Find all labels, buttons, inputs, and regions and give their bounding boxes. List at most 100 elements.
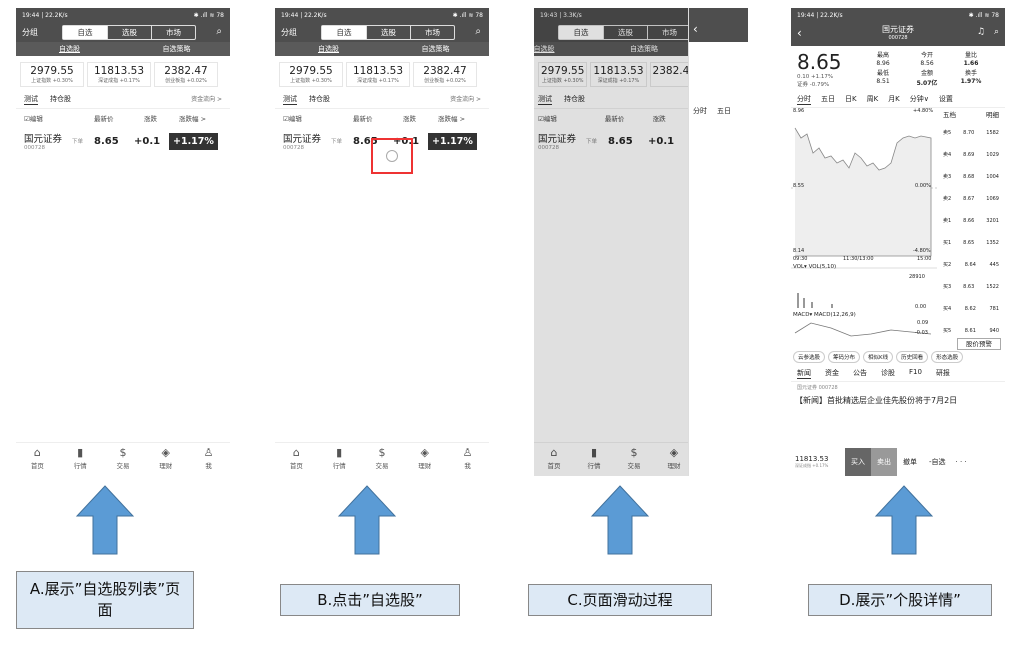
subtab-watchlist[interactable]: 自选股 xyxy=(16,44,123,54)
alert-bell-icon[interactable]: ♫ xyxy=(977,27,985,37)
group-button[interactable]: 分组 xyxy=(281,27,297,38)
tab-5day[interactable]: 五日 xyxy=(821,94,835,105)
chart-time-start: 09:30 xyxy=(793,256,808,262)
bottom-index-sub: 深证成指 +0.17% xyxy=(795,463,829,468)
detail-header: ‹ 国元证券 000728 ♫ ⌕ xyxy=(791,22,1005,46)
tab-news[interactable]: 新闻 xyxy=(797,368,811,379)
tab-watchlist[interactable]: 自选 xyxy=(63,26,107,39)
tab-monthly-k[interactable]: 月K xyxy=(888,94,900,105)
detail-title: 国元证券 xyxy=(882,25,914,34)
tap-highlight-box xyxy=(371,138,413,174)
list-tabs: 测试 持仓股 资金流向 > xyxy=(16,91,230,109)
index-card[interactable]: 2382.47 创业板指 +0.02% xyxy=(413,62,477,87)
status-bar: 19:44 | 22.2K/s ✱ .ıll ≋ 78 xyxy=(275,8,489,22)
tab-stock-picker[interactable]: 选股 xyxy=(107,26,151,39)
nav-me[interactable]: ♙ 我 xyxy=(446,443,489,476)
tab-holdings[interactable]: 持仓股 xyxy=(309,94,330,105)
cancel-order-button[interactable]: 撤单 xyxy=(897,457,923,467)
nav-finance[interactable]: ◈ 理财 xyxy=(144,443,187,476)
tool-button[interactable]: 形态选股 xyxy=(931,351,964,363)
index-card[interactable]: 2382.47 创业板指 +0.02% xyxy=(154,62,218,87)
index-card[interactable]: 2979.55 上证指数 +0.30% xyxy=(20,62,84,87)
chart-time-mid: 11:30/13:00 xyxy=(843,256,874,262)
stock-row[interactable]: 国元证券 000728 下单 8.65 +0.1 +1.17% xyxy=(16,127,230,155)
subtab-watchlist[interactable]: 自选股 xyxy=(275,44,382,54)
subtab-strategy[interactable]: 自选策略 xyxy=(382,44,489,54)
tab-diagnosis[interactable]: 诊股 xyxy=(881,368,895,379)
caption-d: D.展示”个股详情” xyxy=(808,584,992,616)
sell-button[interactable]: 卖出 xyxy=(871,448,897,476)
news-headline[interactable]: 【新闻】首批精选层企业佳先股份将于7月2日 xyxy=(791,393,1005,408)
order-book-row: 卖4 8.69 1029 xyxy=(943,152,999,158)
nav-market[interactable]: ▮ 行情 xyxy=(318,443,361,476)
group-button[interactable]: 分组 xyxy=(22,27,38,38)
tab-daily-k[interactable]: 日K xyxy=(845,94,857,105)
nav-home[interactable]: ⌂ 首页 xyxy=(275,443,318,476)
chart-label-mid-pct: 0.00% xyxy=(915,183,931,189)
order-book-row: 卖5 8.70 1582 xyxy=(943,130,999,136)
col-pct[interactable]: 涨跌幅 > xyxy=(179,113,206,123)
tool-button[interactable]: 筹码分布 xyxy=(828,351,861,363)
tab-stock-picker[interactable]: 选股 xyxy=(366,26,410,39)
nav-trade[interactable]: $ 交易 xyxy=(361,443,404,476)
nav-trade[interactable]: $ 交易 xyxy=(102,443,145,476)
more-icon[interactable]: · · · xyxy=(952,458,971,466)
stock-price: 8.65 xyxy=(94,135,119,147)
search-icon[interactable]: ⌕ xyxy=(994,27,999,37)
detail-price: 8.65 xyxy=(797,50,842,74)
tab-test[interactable]: 测试 xyxy=(24,94,38,105)
index-card[interactable]: 11813.53 深证成指 +0.17% xyxy=(346,62,410,87)
col-edit[interactable]: ☑编辑 xyxy=(24,113,94,123)
order-tag[interactable]: 下单 xyxy=(72,137,94,145)
tab-minute[interactable]: 分钟∨ xyxy=(910,94,929,105)
nav-market[interactable]: ▮ 行情 xyxy=(59,443,102,476)
index-card[interactable]: 11813.53 深证成指 +0.17% xyxy=(87,62,151,87)
tab-market[interactable]: 市场 xyxy=(410,26,454,39)
tool-button[interactable]: 历史回看 xyxy=(896,351,929,363)
col-change[interactable]: 涨跌 xyxy=(144,113,179,123)
tab-ticks[interactable]: 明细 xyxy=(986,108,999,122)
add-watchlist-button[interactable]: -自选 xyxy=(923,457,952,467)
tab-watchlist[interactable]: 自选 xyxy=(322,26,366,39)
stock-change: +0.1 xyxy=(134,135,161,147)
search-icon[interactable]: ⌕ xyxy=(475,26,481,37)
nav-me[interactable]: ♙ 我 xyxy=(187,443,230,476)
tab-research[interactable]: 研报 xyxy=(936,368,950,379)
nav-home[interactable]: ⌂ 首页 xyxy=(16,443,59,476)
tab-settings[interactable]: 设置 xyxy=(939,94,953,105)
stock-pct-badge: +1.17% xyxy=(428,132,477,150)
macd-indicator-label[interactable]: MACD▾ MACD(12,26,9) xyxy=(793,312,856,318)
bar-chart-icon: ▮ xyxy=(77,446,84,459)
search-icon[interactable]: ⌕ xyxy=(216,26,222,37)
order-tag[interactable]: 下单 xyxy=(331,137,353,145)
tab-funds[interactable]: 资金 xyxy=(825,368,839,379)
back-icon[interactable]: ‹ xyxy=(797,26,802,40)
tab-test[interactable]: 测试 xyxy=(283,94,297,105)
intraday-chart[interactable]: 8.96 +4.80% 8.55 0.00% 8.14 -4.80% 09:30… xyxy=(791,108,1005,338)
tab-announcement[interactable]: 公告 xyxy=(853,368,867,379)
fund-flow-link[interactable]: 资金流向 > xyxy=(450,94,481,105)
tab-intraday[interactable]: 分时 xyxy=(797,94,811,105)
tab-f10[interactable]: F10 xyxy=(909,368,922,379)
stock-name-cell: 国元证券 000728 xyxy=(24,131,72,151)
back-icon[interactable]: ‹ xyxy=(689,8,748,42)
col-price[interactable]: 最新价 xyxy=(94,113,144,123)
tool-button[interactable]: 云参选股 xyxy=(793,351,826,363)
vol-indicator-label[interactable]: VOL▾ VOL(5,10) xyxy=(793,264,836,270)
chart-label-top: 8.96 xyxy=(793,108,805,114)
order-book-row: 买2 8.64 445 xyxy=(943,262,999,268)
tab-weekly-k[interactable]: 周K xyxy=(867,94,879,105)
buy-button[interactable]: 买入 xyxy=(845,448,871,476)
tab-holdings[interactable]: 持仓股 xyxy=(50,94,71,105)
index-sub: 上证指数 +0.30% xyxy=(31,78,73,84)
tab-level5[interactable]: 五档 xyxy=(943,108,956,122)
tab-market[interactable]: 市场 xyxy=(151,26,195,39)
index-cards: 2979.55 上证指数 +0.30% 11813.53 深证成指 +0.17% 2… xyxy=(275,56,489,91)
bottom-nav: ⌂ 首页 ▮ 行情 $ 交易 ◈ 理财 ♙ 我 xyxy=(275,442,489,476)
index-sub: 深证成指 +0.17% xyxy=(98,78,140,84)
subtab-strategy[interactable]: 自选策略 xyxy=(123,44,230,54)
index-card[interactable]: 2979.55 上证指数 +0.30% xyxy=(279,62,343,87)
tool-button[interactable]: 相似K线 xyxy=(863,351,894,363)
fund-flow-link[interactable]: 资金流向 > xyxy=(191,94,222,105)
nav-finance[interactable]: ◈ 理财 xyxy=(403,443,446,476)
